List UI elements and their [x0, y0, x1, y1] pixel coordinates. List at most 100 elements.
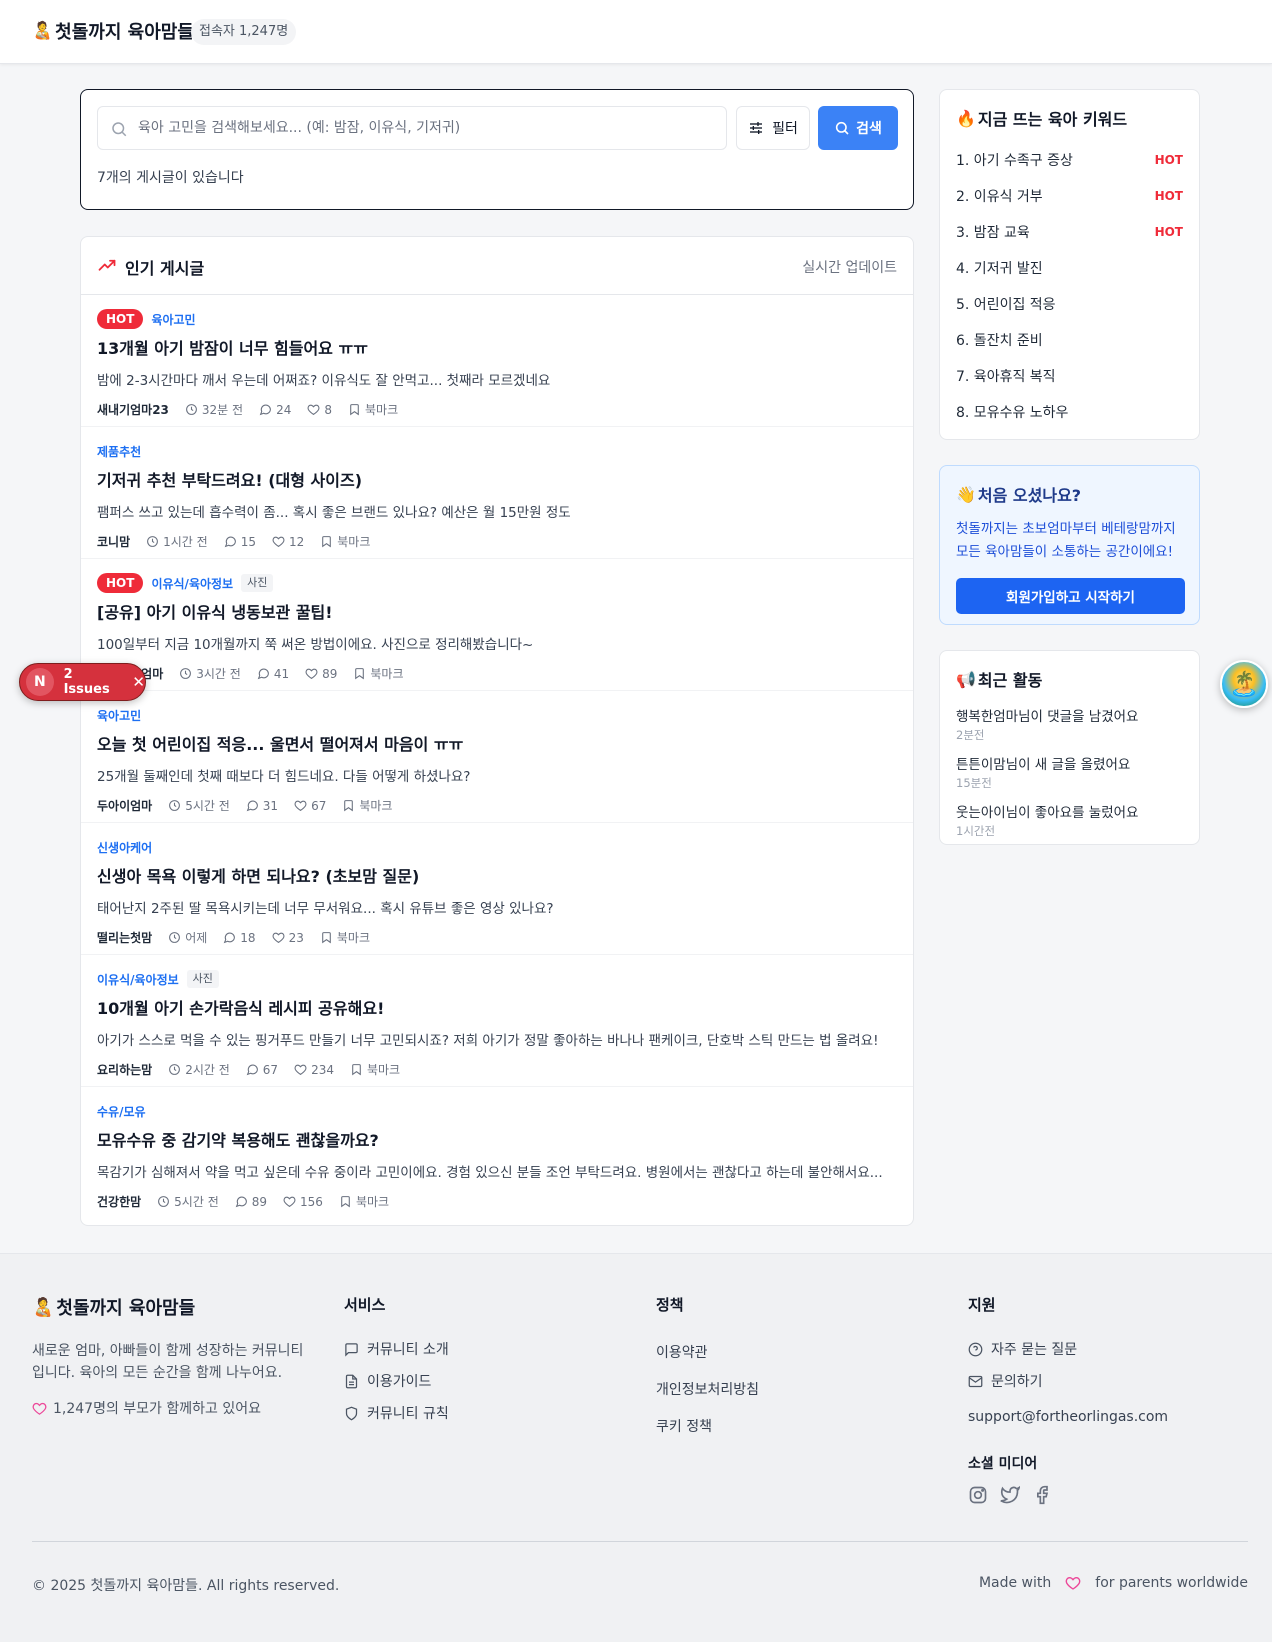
keyword-item[interactable]: 1. 아기 수족구 증상 HOT	[956, 142, 1183, 178]
post-item[interactable]: 제품추천 기저귀 추천 부탁드려요! (대형 사이즈) 팸퍼스 쓰고 있는데 흡수력…	[81, 427, 913, 559]
instagram-icon[interactable]	[968, 1485, 988, 1505]
keyword-item[interactable]: 3. 밤잠 교육 HOT	[956, 214, 1183, 250]
activity-text: 행복한엄마님이 댓글을 남겼어요	[956, 709, 1139, 725]
assistant-avatar-button[interactable]: 🏝️	[1220, 660, 1268, 708]
category-tag[interactable]: 수유/모유	[97, 1103, 146, 1120]
search-box[interactable]	[97, 106, 727, 150]
post-title[interactable]: 신생아 목욕 이렇게 하면 되나요? (초보맘 질문)	[97, 863, 897, 887]
top-header: 🧑‍🍼 첫돌까지 육아맘들 접속자 1,247명	[0, 0, 1272, 64]
keyword-item[interactable]: 5. 어린이집 적응	[956, 286, 1183, 322]
post-item[interactable]: 신생아케어 신생아 목욕 이렇게 하면 되나요? (초보맘 질문) 태어난지 2주된…	[81, 823, 913, 955]
post-item[interactable]: 이유식/육아정보 사진 10개월 아기 손가락음식 레시피 공유해요! 아기가 스스로…	[81, 955, 913, 1087]
footer-link-rules[interactable]: 커뮤니티 규칙	[344, 1397, 449, 1429]
post-tags: 신생아케어	[97, 837, 897, 857]
footer-link-privacy[interactable]: 개인정보처리방침	[656, 1370, 759, 1407]
post-comments: 15	[224, 535, 256, 549]
trending-up-icon	[98, 259, 116, 271]
footer-link-guide[interactable]: 이용가이드	[344, 1365, 449, 1397]
signup-button[interactable]: 회원가입하고 시작하기	[956, 578, 1185, 614]
post-time-text: 1시간 전	[163, 535, 208, 549]
post-author[interactable]: 새내기엄마23	[97, 401, 169, 418]
post-comments: 67	[246, 1063, 278, 1077]
keyword-item[interactable]: 7. 육아휴직 복직	[956, 358, 1183, 394]
close-icon[interactable]: ✕	[132, 673, 145, 691]
bookmark-button[interactable]: 북마크	[339, 1193, 389, 1210]
activity-time: 1시간전	[956, 824, 996, 838]
footer-link-contact[interactable]: 문의하기	[968, 1365, 1168, 1397]
keyword-item[interactable]: 8. 모유수유 노하우	[956, 394, 1183, 430]
search-input[interactable]	[138, 107, 718, 149]
facebook-icon[interactable]	[1032, 1485, 1052, 1505]
category-tag[interactable]: 이유식/육아정보	[97, 971, 179, 988]
post-item[interactable]: HOT 이유식/육아정보 사진 [공유] 아기 이유식 냉동보관 꿀팁! 100일부터 …	[81, 559, 913, 691]
keyword-item[interactable]: 2. 이유식 거부 HOT	[956, 178, 1183, 214]
footer-brand[interactable]: 🧑‍🍼 첫돌까지 육아맘들	[32, 1294, 312, 1320]
footer-link-faq[interactable]: 자주 묻는 질문	[968, 1333, 1168, 1365]
hot-label: HOT	[1154, 153, 1183, 167]
activity-item[interactable]: 행복한엄마님이 댓글을 남겼어요 2분전	[956, 705, 1183, 743]
bookmark-button[interactable]: 북마크	[342, 797, 392, 814]
category-tag[interactable]: 제품추천	[97, 443, 141, 460]
post-item[interactable]: HOT 육아고민 13개월 아기 밤잠이 너무 힘들어요 ㅠㅠ 밤에 2-3시간마다 …	[81, 295, 913, 427]
keyword-label: 7. 육아휴직 복직	[956, 369, 1056, 385]
post-item[interactable]: 수유/모유 모유수유 중 감기약 복용해도 괜찮을까요? 목감기가 심해져서 약을 …	[81, 1087, 913, 1219]
post-time: 5시간 전	[168, 797, 230, 814]
post-likes[interactable]: 67	[294, 799, 326, 813]
made-with-love: Made with for parents worldwide	[979, 1575, 1248, 1591]
bookmark-label: 북마크	[365, 403, 399, 417]
post-likes[interactable]: 23	[272, 931, 304, 945]
activity-item[interactable]: 웃는아이님이 좋아요를 눌렀어요 1시간전	[956, 801, 1183, 839]
bookmark-icon	[352, 1064, 361, 1076]
activity-item[interactable]: 튼튼이맘님이 새 글을 올렸어요 15분전	[956, 753, 1183, 791]
category-tag[interactable]: 신생아케어	[97, 839, 152, 856]
bookmark-button[interactable]: 북마크	[320, 929, 370, 946]
post-time: 2시간 전	[168, 1061, 230, 1078]
post-likes[interactable]: 8	[307, 403, 332, 417]
comment-count: 67	[262, 1062, 279, 1077]
category-tag[interactable]: 이유식/육아정보	[151, 575, 233, 592]
post-title[interactable]: 오늘 첫 어린이집 적응... 울면서 떨어져서 마음이 ㅠㅠ	[97, 731, 897, 755]
post-likes[interactable]: 156	[283, 1195, 323, 1209]
footer-policy-col: 정책 이용약관 개인정보처리방침 쿠키 정책	[656, 1294, 759, 1444]
post-title[interactable]: 13개월 아기 밤잠이 너무 힘들어요 ㅠㅠ	[97, 335, 897, 359]
post-author[interactable]: 건강한맘	[97, 1193, 141, 1210]
post-title[interactable]: 모유수유 중 감기약 복용해도 괜찮을까요?	[97, 1127, 897, 1151]
keyword-item[interactable]: 6. 돌잔치 준비	[956, 322, 1183, 358]
footer-link-community-intro[interactable]: 커뮤니티 소개	[344, 1333, 449, 1365]
post-title[interactable]: 10개월 아기 손가락음식 레시피 공유해요!	[97, 995, 897, 1019]
bookmark-button[interactable]: 북마크	[320, 533, 370, 550]
like-count: 23	[288, 930, 304, 945]
post-likes[interactable]: 234	[294, 1063, 334, 1077]
post-time: 1시간 전	[146, 533, 208, 550]
like-count: 12	[288, 534, 305, 549]
post-likes[interactable]: 89	[305, 667, 337, 681]
post-author[interactable]: 떨리는첫맘	[97, 929, 152, 946]
footer-link-cookies[interactable]: 쿠키 정책	[656, 1407, 759, 1444]
bookmark-label: 북마크	[366, 1063, 401, 1077]
bookmark-button[interactable]: 북마크	[353, 665, 404, 682]
keyword-label: 2. 이유식 거부	[956, 189, 1043, 205]
post-author[interactable]: 요리하는맘	[97, 1061, 152, 1078]
category-tag[interactable]: 육아고민	[151, 311, 195, 328]
search-button[interactable]: 검색	[818, 106, 898, 150]
twitter-icon[interactable]	[1000, 1485, 1020, 1505]
post-author[interactable]: 두아이엄마	[97, 797, 152, 814]
brand-logo[interactable]: 🧑‍🍼 첫돌까지 육아맘들	[32, 18, 194, 44]
footer-support-email[interactable]: support@fortheorlingas.com	[968, 1401, 1168, 1433]
bookmark-icon	[350, 404, 359, 416]
post-likes[interactable]: 12	[272, 535, 304, 549]
post-title[interactable]: [공유] 아기 이유식 냉동보관 꿀팁!	[97, 599, 897, 623]
bookmark-button[interactable]: 북마크	[350, 1061, 400, 1078]
post-item[interactable]: 육아고민 오늘 첫 어린이집 적응... 울면서 떨어져서 마음이 ㅠㅠ 25개월 …	[81, 691, 913, 823]
footer-link-terms[interactable]: 이용약관	[656, 1333, 759, 1370]
post-author[interactable]: 코니맘	[97, 533, 130, 550]
keyword-label: 6. 돌잔치 준비	[956, 333, 1043, 349]
footer-link-label: 문의하기	[991, 1374, 1043, 1390]
post-title[interactable]: 기저귀 추천 부탁드려요! (대형 사이즈)	[97, 467, 897, 491]
filter-button[interactable]: 필터	[736, 106, 810, 150]
bookmark-button[interactable]: 북마크	[348, 401, 398, 418]
issues-indicator[interactable]: N 2 Issues ✕	[19, 663, 146, 701]
category-tag[interactable]: 육아고민	[97, 707, 141, 724]
filter-label: 필터	[772, 121, 798, 137]
keyword-item[interactable]: 4. 기저귀 발진	[956, 250, 1183, 286]
